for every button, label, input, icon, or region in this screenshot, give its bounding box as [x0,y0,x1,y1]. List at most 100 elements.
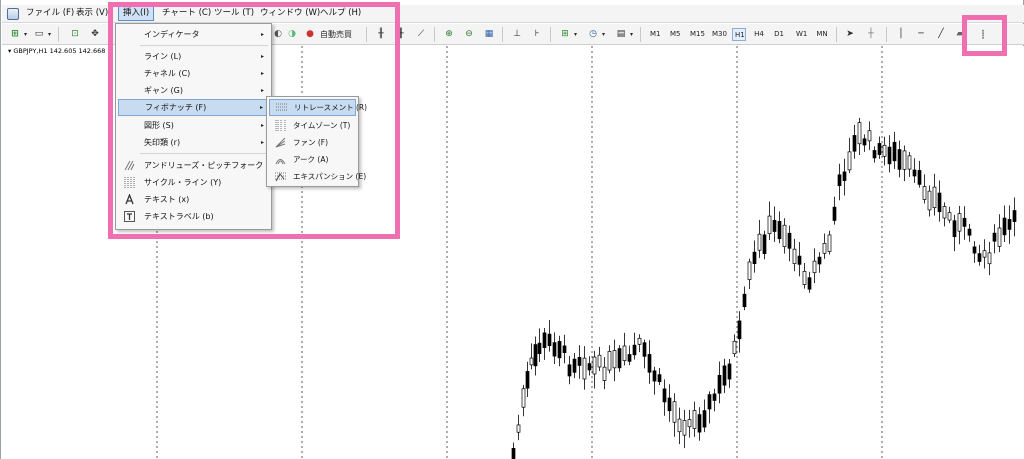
candle-bearish [577,356,582,366]
candle-bullish [529,357,534,366]
candle-bearish [712,393,717,401]
cursor-icon[interactable]: ➤ [844,27,856,42]
toolbar-separator [550,27,551,42]
candle-bullish [847,151,852,171]
timeframe-m30[interactable]: M30 [710,28,728,41]
crosshair-icon[interactable]: ┼ [864,27,878,42]
menu-item-text[interactable]: テキスト (x) [118,191,269,208]
fibonacci-retracement-icon[interactable]: ┋ [976,27,990,42]
menu-item-indicators[interactable]: インディケータ ▸ [118,26,269,43]
timeframe-h4[interactable]: H4 [752,28,766,41]
horizontal-line-icon[interactable]: ─ [914,27,928,42]
candle-bearish [967,228,972,236]
candle-bullish [582,357,587,380]
zoom-in-icon[interactable]: ⊕ [442,27,456,42]
candle-bullish [987,252,992,265]
periods-clock-icon[interactable]: ◷ [586,27,600,42]
menu-help[interactable]: ヘルプ (H) [316,6,365,21]
candle-bullish [792,248,797,264]
chevron-down-icon[interactable]: ▾ [22,27,29,42]
candle-bullish [692,410,697,429]
menu-item-andrews-pitchfork[interactable]: アンドリューズ・ピッチフォーク (A) [118,157,278,174]
auto-trading-button[interactable]: 自動売買 [320,27,360,42]
tester-icon[interactable]: ◐ [272,27,284,42]
candle-bullish [942,206,947,219]
chevron-down-icon[interactable]: ▾ [628,27,635,42]
menu-item-fibonacci[interactable]: フィボナッチ (F) ▸ [118,99,269,116]
candle-bearish [557,341,562,359]
candle-bearish [537,342,542,355]
vertical-line-icon[interactable]: │ [896,27,906,42]
candle-bearish [1012,210,1017,222]
toolbar-separator [434,27,435,42]
chevron-down-icon[interactable]: ▾ [572,27,579,42]
menu-tools[interactable]: ツール (T) [210,6,258,21]
submenu-arrow-icon: ▸ [259,104,263,111]
candle-bearish [892,141,897,162]
menu-item-label: リトレースメント (R) [294,103,368,112]
menu-view[interactable]: 表示 (V) [72,6,112,21]
candlestick-icon[interactable]: ╂ [394,27,408,42]
candle-bullish [812,260,817,274]
candle-bullish [767,215,772,235]
candle-bullish [622,345,627,361]
chevron-down-icon[interactable]: ▾ [46,27,53,42]
candle-bullish [927,190,932,211]
menu-item-cycle-lines[interactable]: サイクル・ライン (Y) [118,174,269,191]
menu-item-channels[interactable]: チャネル (C) ▸ [118,65,269,82]
channel-icon[interactable]: ▰ [954,27,966,42]
auto-trading-icon[interactable]: ● [304,27,316,42]
timeframe-h1[interactable]: H1 [732,28,746,41]
menu-chart[interactable]: チャート (C) [158,6,215,21]
indicators-icon[interactable]: ⊞ [558,27,572,42]
candle-bullish [827,234,832,252]
menu-item-arrows[interactable]: 矢印類 (r) ▸ [118,134,269,151]
candle-bearish [727,363,732,380]
globe-icon[interactable]: ◑ [286,27,298,42]
market-watch-icon[interactable]: ⊡ [68,27,82,42]
pitchfork-icon [124,160,135,171]
zoom-out-icon[interactable]: ⊖ [462,27,476,42]
menu-item-arcs[interactable]: アーク (A) [269,151,356,168]
menu-item-fan[interactable]: ファン (F) [269,134,356,151]
timeframe-m15[interactable]: M15 [688,28,706,41]
menu-item-expansion[interactable]: エキスパンション (E) [269,168,366,185]
bar-chart-icon[interactable]: ╫ [374,27,388,42]
text-label-icon [124,211,135,222]
chart-shift-icon[interactable]: ⊥ [510,27,524,42]
candle-bearish [562,345,567,353]
candle-bearish [742,293,747,308]
menu-item-lines[interactable]: ライン (L) ▸ [118,48,269,65]
toolbar-separator [836,27,837,42]
timeframe-mn[interactable]: MN [814,28,830,41]
menu-item-retracement[interactable]: リトレースメント (R) [269,99,367,116]
menu-item-shapes[interactable]: 図形 (S) ▸ [118,117,269,134]
chevron-down-icon[interactable]: ▾ [600,27,607,42]
line-chart-icon[interactable]: ⟋ [414,27,428,42]
menu-item-time-zones[interactable]: タイムゾーン (T) [269,117,356,134]
tile-windows-icon[interactable]: ▦ [482,27,496,42]
templates-icon[interactable]: ▤ [614,27,628,42]
trendline-icon[interactable]: ╱ [934,27,948,42]
candle-bullish [747,261,752,280]
menu-insert[interactable]: 挿入(I) [118,6,155,21]
menu-item-gann[interactable]: ギャン (G) ▸ [118,82,269,99]
candle-bullish [882,144,887,157]
timeframe-m1[interactable]: M1 [648,28,662,41]
autoscroll-icon[interactable]: ⊦ [530,27,544,42]
candle-bearish [787,232,792,249]
profiles-icon[interactable]: ▭ [32,27,46,42]
timeframe-d1[interactable]: D1 [772,28,786,41]
candle-bullish [516,424,521,433]
submenu-arrow-icon: ▸ [260,122,264,129]
candle-bearish [1002,217,1007,236]
candle-bullish [607,351,612,371]
menu-window[interactable]: ウィンドウ (W) [256,6,324,21]
menu-file[interactable]: ファイル (F) [22,6,78,21]
timeframe-m5[interactable]: M5 [668,28,682,41]
menu-separator [140,153,268,154]
navigator-icon[interactable]: ✥ [88,27,102,42]
menu-item-text-label[interactable]: テキストラベル (b) [118,208,269,225]
timeframe-w1[interactable]: W1 [794,28,808,41]
new-chart-icon[interactable]: ⊞ [8,27,22,42]
